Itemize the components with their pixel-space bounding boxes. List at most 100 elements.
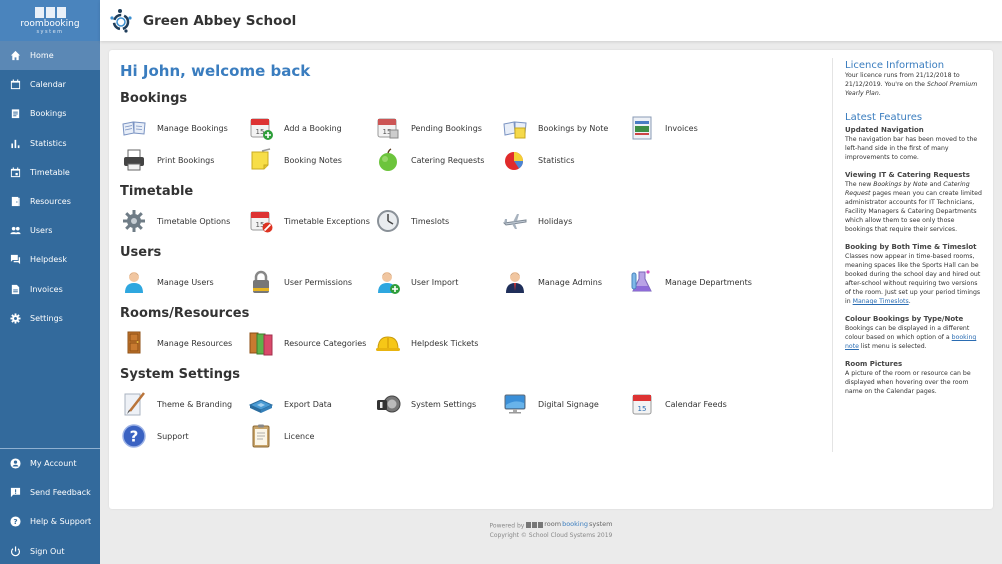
sidebar-item-settings[interactable]: Settings [0,304,100,333]
feature-text: The new Bookings by Note and Catering Re… [845,180,982,234]
sidebar-item-label: Sign Out [30,546,65,556]
tile-label: System Settings [411,399,477,409]
manage-timeslots-link[interactable]: Manage Timeslots [853,298,909,305]
sidebar-item-timetable[interactable]: Timetable [0,158,100,187]
roombooking-footer-logo: room booking system [526,520,612,529]
feedback-icon [9,487,21,499]
sidebar-item-label: Invoices [30,284,63,294]
sidebar-item-invoices[interactable]: Invoices [0,275,100,304]
tile-helpdesk-tickets[interactable]: Helpdesk Tickets [374,327,501,359]
tile-grid: Manage Bookings 15 Add a Booking 15 Pending … [120,112,820,176]
tile-user-permissions[interactable]: User Permissions [247,266,374,298]
tile-theme-and-branding[interactable]: Theme & Branding [120,388,247,420]
sidebar-item-my-account[interactable]: My Account [0,449,100,478]
pie-chart-icon [501,146,529,174]
tile-label: Holidays [538,216,573,226]
sidebar-item-help-support[interactable]: ? Help & Support [0,507,100,536]
sidebar-item-helpdesk[interactable]: Helpdesk [0,245,100,274]
padlock-icon [247,268,275,296]
tile-print-bookings[interactable]: Print Bookings [120,144,247,176]
tile-user-import[interactable]: User Import [374,266,501,298]
sidebar-item-home[interactable]: Home [0,41,100,71]
sidebar-item-send-feedback[interactable]: Send Feedback [0,478,100,507]
tile-pending-bookings[interactable]: 15 Pending Bookings [374,112,501,144]
sidebar-item-label: Users [30,226,53,236]
sidebar-item-label: Settings [30,313,63,323]
calendar-feed-icon: 15 [628,390,656,418]
tile-grid: Timetable Options 15 Timetable Exceptions T… [120,205,820,237]
sidebar-nav: Home Calendar Bookings Statistics Timetable R… [0,41,100,333]
tile-manage-bookings[interactable]: Manage Bookings [120,112,247,144]
tile-label: Resource Categories [284,338,367,348]
logo-booking: booking [562,520,588,528]
sidebar: roombooking system Home Calendar Bookings S… [0,0,100,564]
licence-end: . [878,90,881,97]
power-icon [9,545,21,557]
sidebar-item-users[interactable]: Users [0,216,100,245]
sidebar-item-label: Home [30,51,54,61]
tile-manage-departments[interactable]: Manage Departments [628,266,755,298]
tile-timetable-options[interactable]: Timetable Options [120,205,247,237]
sidebar-item-statistics[interactable]: Statistics [0,129,100,158]
tile-catering-requests[interactable]: Catering Requests [374,144,501,176]
sidebar-item-label: Send Feedback [30,488,91,498]
tile-invoices[interactable]: Invoices [628,112,755,144]
invoice-icon [628,114,656,142]
calendar-add-icon: 15 [247,114,275,142]
tile-label: Catering Requests [411,155,485,165]
tile-statistics[interactable]: Statistics [501,144,628,176]
school-name: Green Abbey School [143,12,297,29]
tile-booking-notes[interactable]: Booking Notes [247,144,374,176]
licence-title: Licence Information [845,60,945,71]
logo-room: room [544,520,562,528]
tile-label: Booking Notes [284,155,342,165]
tile-add-a-booking[interactable]: 15 Add a Booking [247,112,374,144]
sidebar-item-label: Helpdesk [30,255,68,265]
section-title-bookings: Bookings [120,91,188,106]
svg-text:?: ? [13,518,17,527]
document-icon [9,283,21,295]
tile-support[interactable]: ? Support [120,420,247,452]
tile-manage-admins[interactable]: Manage Admins [501,266,628,298]
sidebar-item-bookings[interactable]: Bookings [0,99,100,128]
section-title-rooms-resources: Rooms/Resources [120,306,250,321]
user-icon [120,268,148,296]
tile-manage-resources[interactable]: Manage Resources [120,327,247,359]
tile-calendar-feeds[interactable]: 15 Calendar Feeds [628,388,755,420]
home-icon [9,50,21,62]
calendar-event-icon [9,166,21,178]
gear-icon [120,207,148,235]
clipboard-licence-icon [247,422,275,450]
tile-label: Manage Resources [157,338,233,348]
tile-system-settings[interactable]: System Settings [374,388,501,420]
sidebar-item-sign-out[interactable]: Sign Out [0,537,100,564]
brand-logo[interactable]: roombooking system [0,0,100,41]
feature-title: Room Pictures [845,360,903,368]
calendar-pending-icon: 15 [374,114,402,142]
feature-text: Bookings can be displayed in a different… [845,324,982,351]
powered-by-label: Powered by [489,522,525,530]
tile-bookings-by-note[interactable]: Bookings by Note [501,112,628,144]
tile-licence[interactable]: Licence [247,420,374,452]
tile-resource-categories[interactable]: Resource Categories [247,327,374,359]
door-icon [120,329,148,357]
logo-system: system [588,520,613,528]
question-icon: ? [120,422,148,450]
tile-label: Export Data [284,399,332,409]
text: and [927,181,944,188]
tile-timeslots[interactable]: Timeslots [374,205,501,237]
page-footer: Powered by room booking system Copyright ©… [440,520,662,540]
tile-grid: Manage Users User Permissions User Import M… [120,266,820,298]
tile-timetable-exceptions[interactable]: 15 Timetable Exceptions [247,205,374,237]
features-title: Latest Features [845,112,923,123]
school-logo-icon [110,8,132,33]
tile-manage-users[interactable]: Manage Users [120,266,247,298]
section-title-system-settings: System Settings [120,367,241,382]
tile-holidays[interactable]: Holidays [501,205,628,237]
tile-digital-signage[interactable]: Digital Signage [501,388,628,420]
sidebar-item-calendar[interactable]: Calendar [0,70,100,99]
welcome-heading: Hi John, welcome back [120,62,311,80]
tile-export-data[interactable]: Export Data [247,388,374,420]
sidebar-item-resources[interactable]: Resources [0,187,100,216]
tile-grid: Theme & Branding Export Data System Settin… [120,388,820,452]
